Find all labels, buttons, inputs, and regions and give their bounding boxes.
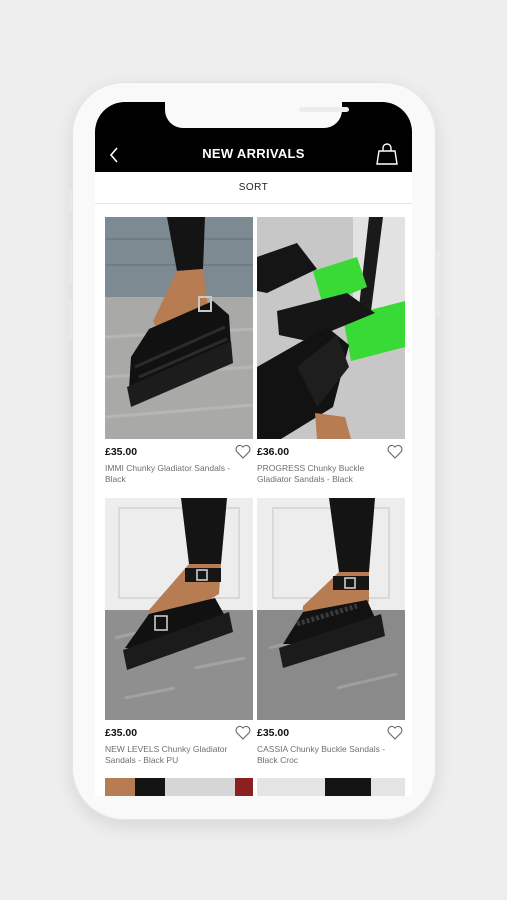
product-name: IMMI Chunky Gladiator Sandals - Black <box>105 463 231 484</box>
product-price: £35.00 <box>105 446 138 458</box>
product-image[interactable] <box>105 217 253 439</box>
heart-icon <box>387 444 403 459</box>
wishlist-button[interactable] <box>235 444 251 459</box>
heart-icon <box>235 725 251 740</box>
page-title: NEW ARRIVALS <box>202 146 305 161</box>
wishlist-button[interactable] <box>387 444 403 459</box>
product-price: £35.00 <box>105 727 138 739</box>
app-screen: NEW ARRIVALS SORT £35.00 IMMI Chunky Gla… <box>95 102 412 796</box>
back-button[interactable] <box>103 144 125 166</box>
heart-icon <box>235 444 251 459</box>
product-name: NEW LEVELS Chunky Gladiator Sandals - Bl… <box>105 744 228 765</box>
product-price: £36.00 <box>257 446 290 458</box>
product-image[interactable] <box>257 498 405 720</box>
sort-button[interactable]: SORT <box>95 172 412 204</box>
product-price: £35.00 <box>257 727 290 739</box>
product-image[interactable] <box>105 498 253 720</box>
wishlist-button[interactable] <box>387 725 403 740</box>
phone-volume-down <box>68 298 72 342</box>
phone-volume-up <box>68 240 72 284</box>
phone-speaker <box>299 107 349 112</box>
chevron-left-icon <box>109 147 118 163</box>
shopping-bag-button[interactable] <box>375 142 399 166</box>
product-name: PROGRESS Chunky Buckle Gladiator Sandals… <box>257 463 365 484</box>
product-card-partial[interactable] <box>257 778 405 796</box>
phone-side-button <box>68 190 72 212</box>
wishlist-button[interactable] <box>235 725 251 740</box>
phone-power-button <box>436 250 440 318</box>
product-image[interactable] <box>257 217 405 439</box>
product-name: CASSIA Chunky Buckle Sandals - Black Cro… <box>257 744 386 765</box>
product-grid: £35.00 IMMI Chunky Gladiator Sandals - B… <box>95 204 412 796</box>
heart-icon <box>387 725 403 740</box>
phone-notch <box>165 102 349 128</box>
product-card-partial[interactable] <box>105 778 253 796</box>
shopping-bag-icon <box>376 143 398 165</box>
